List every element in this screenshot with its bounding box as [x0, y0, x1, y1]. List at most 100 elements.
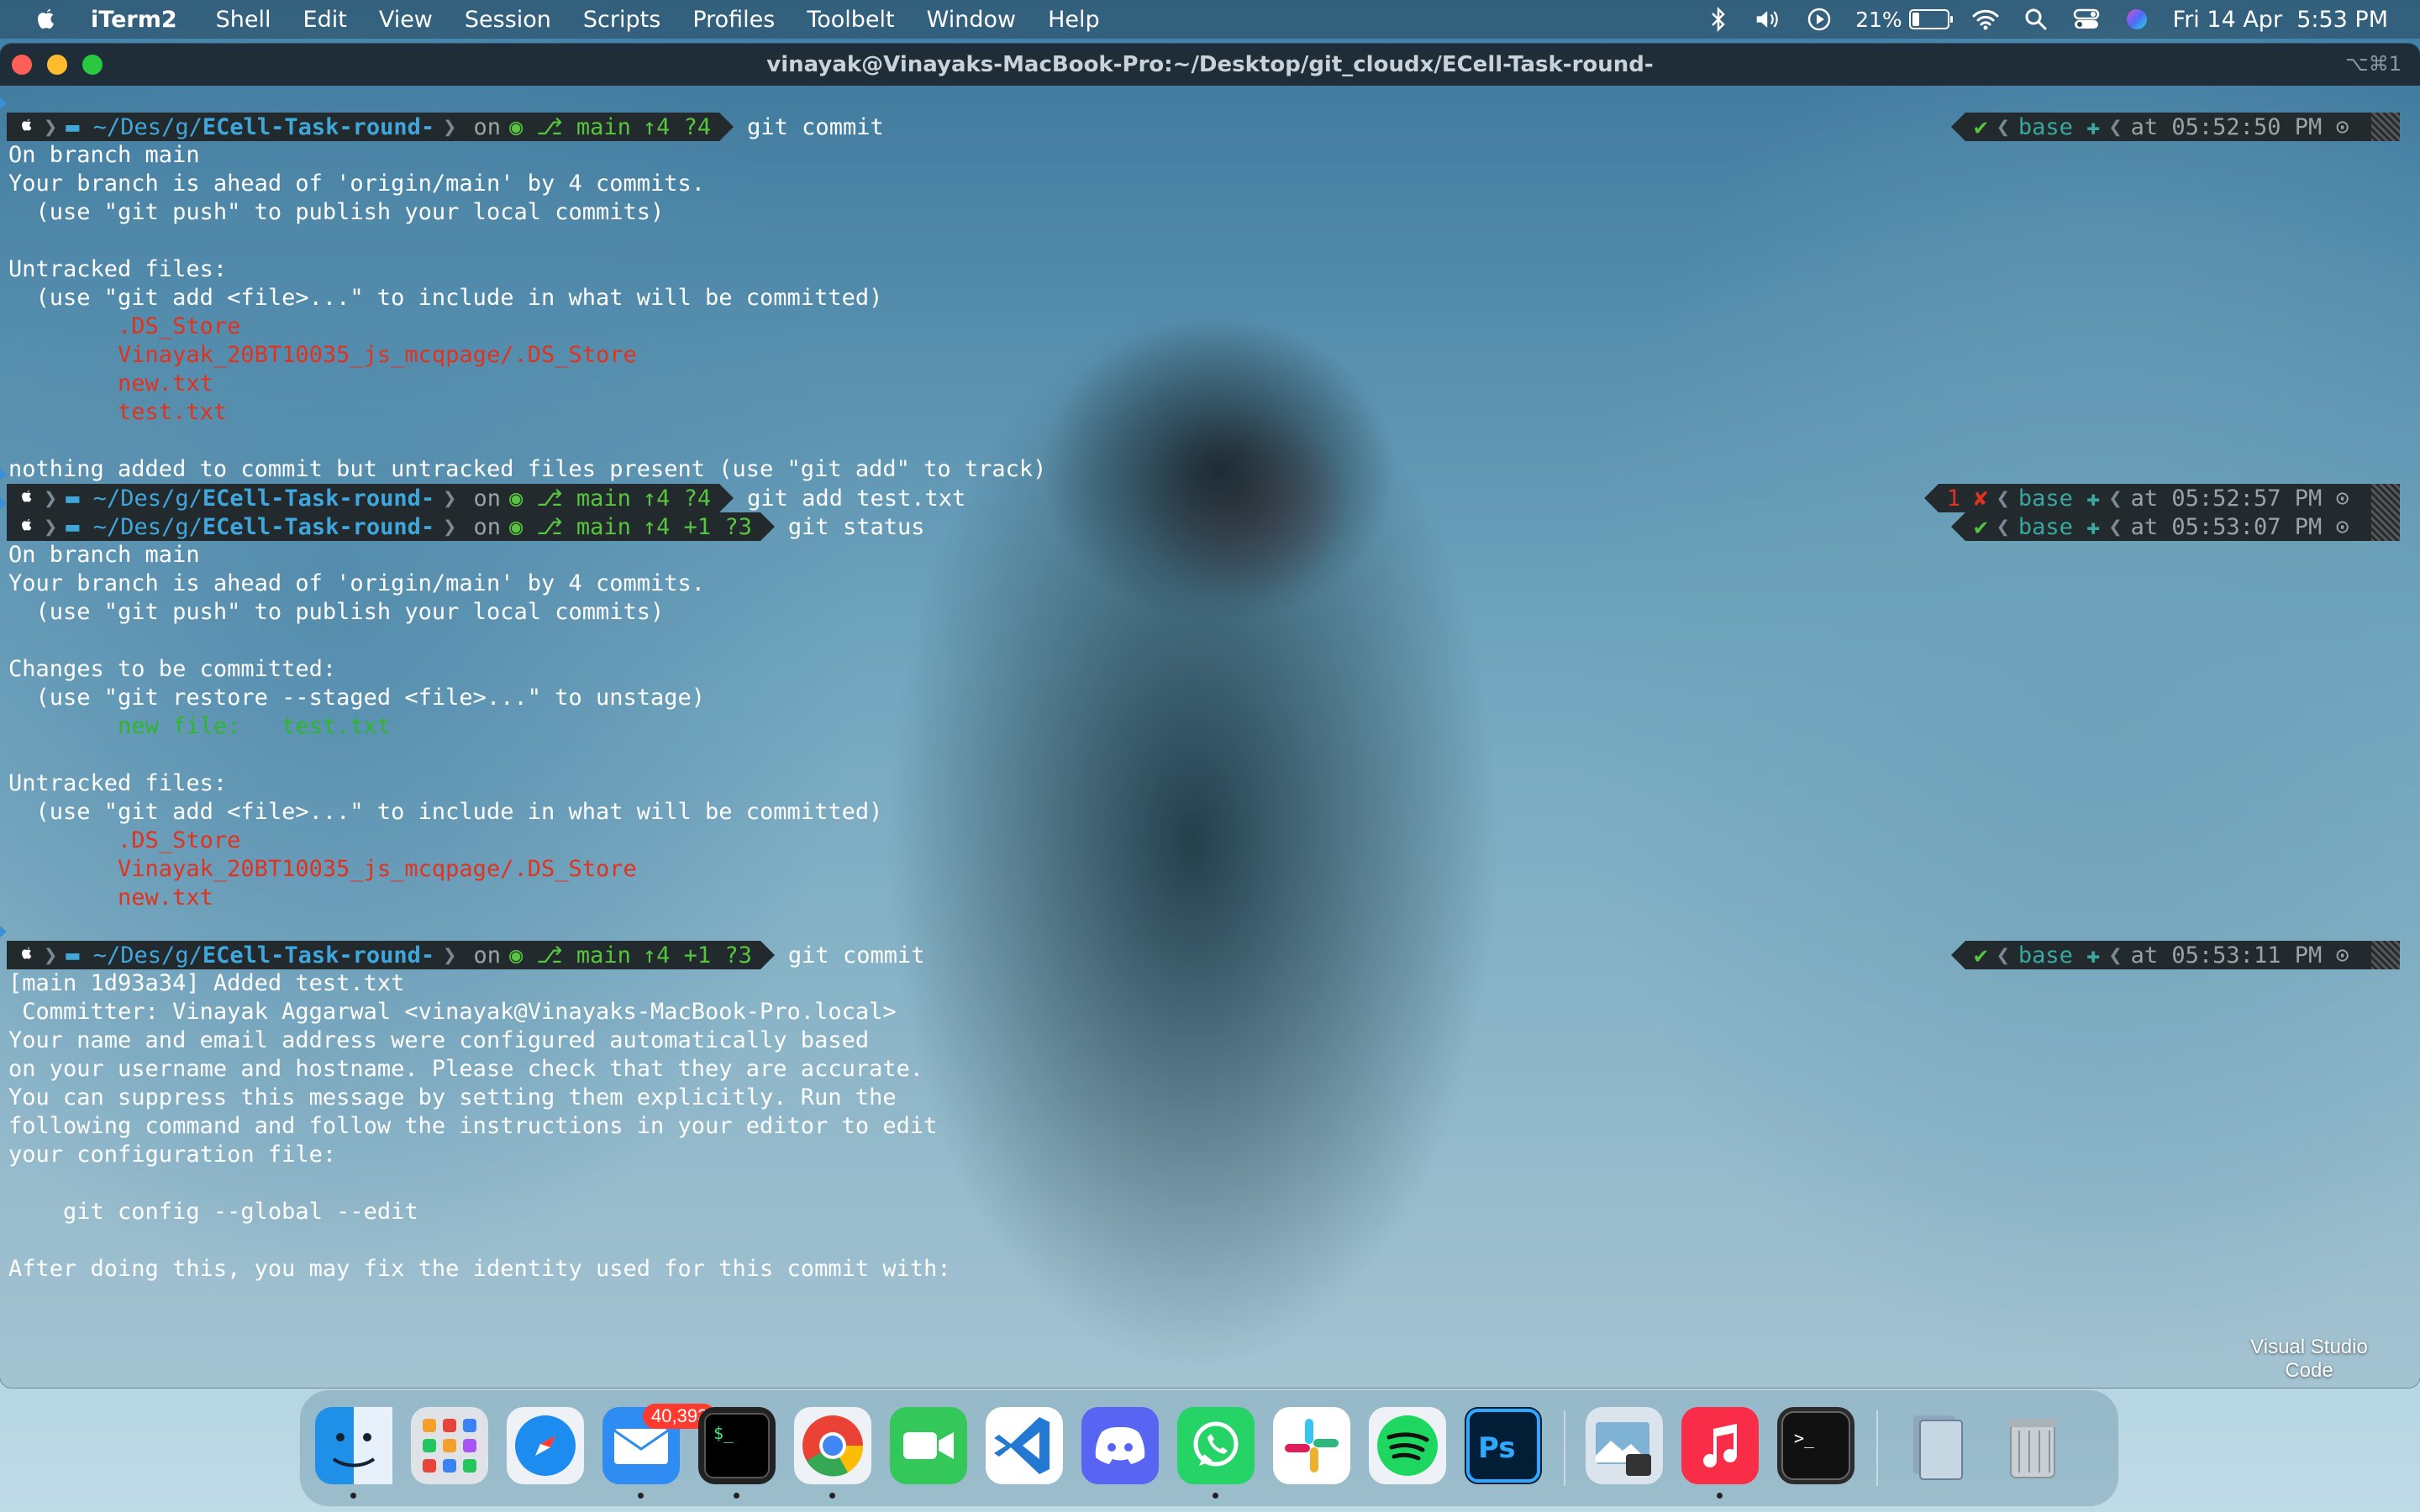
prompt-arrow: [1951, 113, 1966, 141]
menu-session[interactable]: Session: [465, 7, 551, 33]
battery-icon: [1908, 9, 1953, 29]
dock-running-indicator: [734, 1493, 739, 1499]
output-line: Your branch is ahead of 'origin/main' by…: [8, 570, 706, 596]
exit-status: ✔: [1974, 113, 1988, 140]
dock-preview-icon[interactable]: [1586, 1407, 1663, 1484]
dock-separator: [1564, 1410, 1565, 1486]
datetime[interactable]: Fri 14 Apr 5:53 PM: [2173, 7, 2388, 33]
prompt-left: ❯ ▬ ~/Des/g/ECell-Task-round- ❯ on ◉ ⎇ main ↑…: [7, 941, 924, 969]
prompt-segment: ✔ ❮ base ✚ ❮ at 05:52:50 PM ⊙: [1965, 113, 2371, 141]
svg-text:$_: $_: [713, 1423, 734, 1443]
prompt-arrow: [719, 484, 734, 512]
title-bar[interactable]: vinayak@Vinayaks-MacBook-Pro:~/Desktop/g…: [0, 44, 2420, 86]
output-line: Changes to be committed:: [8, 656, 337, 682]
prompt-path-prefix: ~/Des/g/: [92, 485, 203, 512]
prompt-arrow: [1951, 941, 1966, 969]
folder-icon: ▬: [66, 513, 93, 540]
siri-icon[interactable]: [2123, 5, 2151, 34]
separator-icon: ❮: [1996, 113, 2010, 140]
play-icon[interactable]: [1805, 5, 1833, 34]
prompt-git-status: ↑4 ?4: [642, 113, 712, 140]
menu-toolbelt[interactable]: Toolbelt: [807, 7, 894, 33]
command-text: git commit: [787, 942, 925, 969]
command-text: git add test.txt: [747, 485, 966, 512]
apple-icon[interactable]: [32, 5, 60, 34]
minimize-button[interactable]: [47, 55, 67, 75]
dock-separator: [1876, 1410, 1878, 1486]
menu-bar: iTerm2 Shell Edit View Session Scripts P…: [0, 0, 2420, 39]
command-text: git status: [787, 513, 925, 540]
dock-slack-icon[interactable]: [1273, 1407, 1350, 1484]
output-line: following command and follow the instruc…: [8, 1113, 938, 1139]
menu-shell[interactable]: Shell: [216, 7, 271, 33]
clock-icon: ⊙: [2322, 513, 2363, 540]
zoom-button[interactable]: [82, 55, 103, 75]
dock-terminal-icon[interactable]: >_: [1777, 1407, 1854, 1484]
prompt-segment: ❯ ▬ ~/Des/g/ECell-Task-round- ❯ on ◉ ⎇ main ↑…: [7, 941, 760, 969]
output-line: On branch main: [8, 142, 200, 168]
python-icon: ✚: [2072, 513, 2101, 540]
output-line: Untracked files:: [8, 256, 228, 282]
prompt-path-prefix: ~/Des/g/: [92, 113, 203, 140]
dock-launchpad-icon[interactable]: [411, 1407, 488, 1484]
separator-icon: ❯: [44, 113, 58, 140]
search-icon[interactable]: [2022, 5, 2050, 34]
separator-icon: ❯: [443, 113, 457, 140]
close-button[interactable]: [12, 55, 32, 75]
dock-music-icon[interactable]: [1681, 1407, 1759, 1484]
dock-vscode-icon[interactable]: [986, 1407, 1063, 1484]
dock-documents-icon[interactable]: [1898, 1407, 1975, 1484]
clock-icon: ⊙: [2322, 113, 2363, 140]
dock-iterm-icon[interactable]: $_: [698, 1407, 776, 1484]
battery-status[interactable]: 21%: [1855, 8, 1953, 32]
output-line: Vinayak_20BT10035_js_mcqpage/.DS_Store: [8, 342, 637, 368]
separator-icon: ❮: [1996, 942, 2010, 969]
prompt-branch: main: [576, 485, 631, 512]
dock-running-indicator: [829, 1493, 835, 1499]
menu-help[interactable]: Help: [1048, 7, 1100, 33]
dock-discord-icon[interactable]: [1081, 1407, 1159, 1484]
dock-running-indicator: [350, 1493, 356, 1499]
prompt-marker: [0, 497, 7, 509]
dock-photoshop-icon[interactable]: Ps: [1465, 1407, 1542, 1484]
dock-whatsapp-icon[interactable]: [1177, 1407, 1255, 1484]
separator-icon: ❮: [2108, 513, 2123, 540]
wifi-icon[interactable]: [1971, 5, 2000, 34]
dock-spotify-icon[interactable]: [1369, 1407, 1446, 1484]
separator-icon: ❯: [44, 942, 58, 969]
dock-mail-icon[interactable]: 40,393: [602, 1404, 717, 1484]
menu-edit[interactable]: Edit: [303, 7, 347, 33]
dock-running-indicator: [638, 1493, 644, 1499]
menu-window[interactable]: Window: [927, 7, 1016, 33]
svg-text:Ps: Ps: [1478, 1431, 1516, 1465]
conda-env: base: [2018, 113, 2073, 140]
dock-facetime-icon[interactable]: [890, 1407, 967, 1484]
prompt-end-pattern: [2371, 484, 2400, 512]
exit-status: ✔: [1974, 942, 1988, 969]
terminal-output[interactable]: ❯ ▬ ~/Des/g/ECell-Task-round- ❯ on ◉ ⎇ main ↑…: [0, 86, 2420, 1388]
prompt-marker: [0, 926, 7, 937]
apple-icon: [18, 514, 35, 540]
dock-safari-icon[interactable]: [507, 1407, 584, 1484]
volume-icon[interactable]: [1754, 5, 1783, 34]
menu-app-name[interactable]: iTerm2: [91, 7, 177, 33]
prompt-end-pattern: [2371, 941, 2400, 969]
menu-view[interactable]: View: [379, 7, 433, 33]
dock-finder-icon[interactable]: [315, 1407, 392, 1484]
dock-trash-icon[interactable]: [1994, 1407, 2071, 1484]
prompt-end-pattern: [2371, 512, 2400, 541]
separator-icon: ❯: [443, 513, 457, 540]
control-center-icon[interactable]: [2072, 5, 2101, 34]
desktop-item-vscode[interactable]: Visual Studio Code: [2235, 1336, 2383, 1383]
output-line: git config --global --edit: [8, 1199, 418, 1225]
prompt-segment: ✔ ❮ base ✚ ❮ at 05:53:11 PM ⊙: [1965, 941, 2371, 969]
dock-chrome-icon[interactable]: [794, 1407, 871, 1484]
output-line: new file: test.txt: [8, 713, 392, 739]
menu-profiles[interactable]: Profiles: [692, 7, 775, 33]
output-line: (use "git restore --staged <file>..." to…: [8, 685, 706, 711]
separator-icon: ❮: [2108, 485, 2123, 512]
prompt-path-prefix: ~/Des/g/: [92, 513, 203, 540]
bluetooth-icon[interactable]: [1704, 5, 1733, 34]
menu-scripts[interactable]: Scripts: [583, 7, 660, 33]
output-line: [main 1d93a34] Added test.txt: [8, 970, 405, 996]
